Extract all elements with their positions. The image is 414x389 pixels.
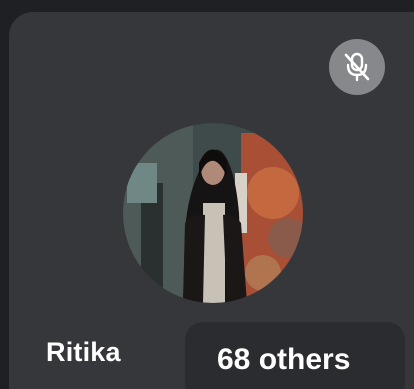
others-count-label: 68 others <box>217 343 351 376</box>
participant-name: Ritika <box>46 337 121 367</box>
participant-avatar <box>123 123 303 303</box>
mic-muted-badge <box>329 39 385 95</box>
mic-muted-icon <box>344 52 370 82</box>
call-stage: Ritika 68 others <box>0 0 414 389</box>
participant-photo <box>123 123 303 303</box>
